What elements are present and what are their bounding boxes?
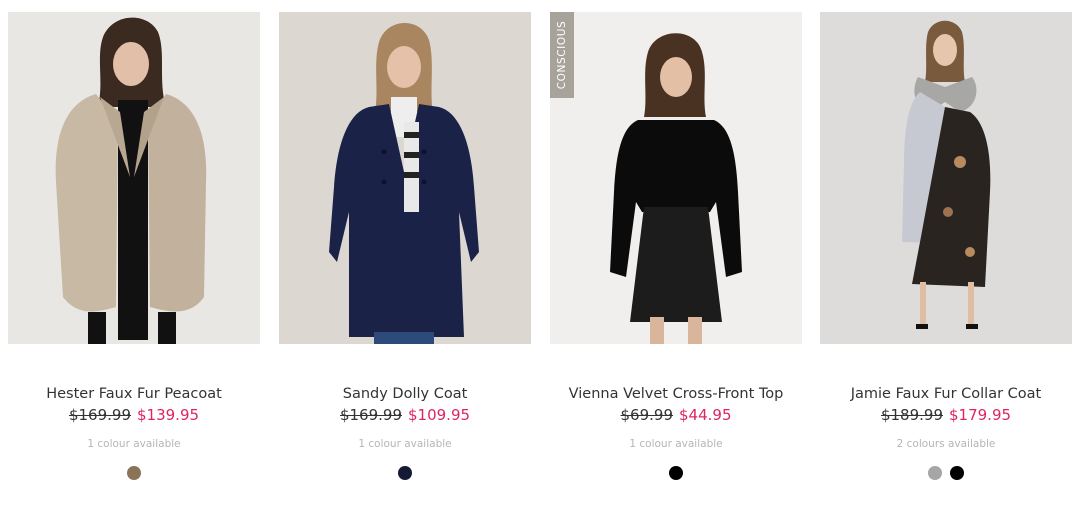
sale-price: $44.95 xyxy=(679,406,732,424)
colour-swatch[interactable] xyxy=(950,466,964,480)
original-price: $169.99 xyxy=(68,406,131,424)
product-grid: Hester Faux Fur Peacoat $169.99 $139.95 1… xyxy=(0,0,1080,505)
colour-availability: 1 colour available xyxy=(87,438,181,450)
original-price: $169.99 xyxy=(339,406,402,424)
product-card[interactable]: CONSCIOUS Vienna Velvet Cross-Front Top … xyxy=(550,12,802,480)
product-card[interactable]: Sandy Dolly Coat $169.99 $109.95 1 colour… xyxy=(279,12,531,480)
product-image[interactable]: CONSCIOUS xyxy=(550,12,802,344)
colour-swatch[interactable] xyxy=(127,466,141,480)
product-name[interactable]: Sandy Dolly Coat xyxy=(279,386,531,402)
colour-availability: 1 colour available xyxy=(358,438,452,450)
colour-availability: 2 colours available xyxy=(896,438,996,450)
colour-swatches xyxy=(820,466,1072,480)
product-price: $69.99 $44.95 xyxy=(550,406,802,424)
colour-swatch[interactable] xyxy=(669,466,683,480)
product-card[interactable]: Hester Faux Fur Peacoat $169.99 $139.95 1… xyxy=(8,12,260,480)
colour-availability: 1 colour available xyxy=(629,438,723,450)
product-image[interactable] xyxy=(279,12,531,344)
product-price: $169.99 $109.95 xyxy=(279,406,531,424)
product-name[interactable]: Jamie Faux Fur Collar Coat xyxy=(820,386,1072,402)
colour-swatches xyxy=(550,466,802,480)
colour-swatch[interactable] xyxy=(928,466,942,480)
conscious-badge: CONSCIOUS xyxy=(550,12,574,98)
colour-swatches xyxy=(279,466,531,480)
colour-swatches xyxy=(8,466,260,480)
product-name[interactable]: Hester Faux Fur Peacoat xyxy=(8,386,260,402)
product-name[interactable]: Vienna Velvet Cross-Front Top xyxy=(550,386,802,402)
colour-swatch[interactable] xyxy=(398,466,412,480)
sale-price: $179.95 xyxy=(949,406,1012,424)
product-image[interactable] xyxy=(8,12,260,344)
product-card[interactable]: Jamie Faux Fur Collar Coat $189.99 $179.9… xyxy=(820,12,1072,480)
product-price: $189.99 $179.95 xyxy=(820,406,1072,424)
product-image[interactable] xyxy=(820,12,1072,344)
sale-price: $139.95 xyxy=(137,406,200,424)
original-price: $69.99 xyxy=(620,406,674,424)
sale-price: $109.95 xyxy=(408,406,471,424)
original-price: $189.99 xyxy=(880,406,943,424)
badge-label: CONSCIOUS xyxy=(556,20,568,90)
product-price: $169.99 $139.95 xyxy=(8,406,260,424)
